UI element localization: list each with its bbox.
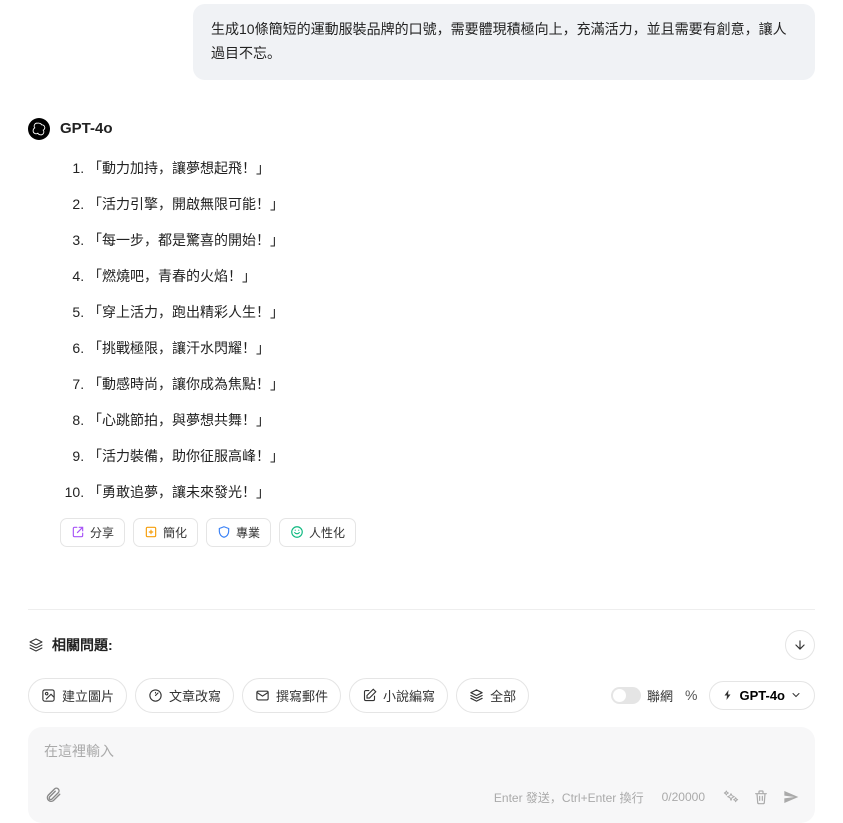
share-button[interactable]: 分享 xyxy=(60,518,125,547)
rewrite-label: 文章改寫 xyxy=(169,686,221,705)
trash-icon[interactable] xyxy=(753,789,769,805)
network-label: 聯網 xyxy=(647,686,673,705)
bolt-icon xyxy=(722,689,734,701)
related-section: 相關問題: xyxy=(28,609,815,660)
input-hint: Enter 發送，Ctrl+Enter 換行 xyxy=(494,789,644,806)
humanize-button[interactable]: 人性化 xyxy=(279,518,356,547)
list-item: 「活力引擎，開啟無限可能！」 xyxy=(88,194,815,215)
simplify-button[interactable]: 簡化 xyxy=(133,518,198,547)
model-avatar-icon xyxy=(28,118,50,140)
all-label: 全部 xyxy=(490,686,516,705)
network-toggle[interactable]: 聯網 xyxy=(611,686,673,705)
input-area[interactable]: 在這裡輸入 Enter 發送，Ctrl+Enter 換行 0/20000 xyxy=(28,727,815,823)
related-title: 相關問題: xyxy=(52,635,113,655)
list-item: 「燃燒吧，青春的火焰！」 xyxy=(88,266,815,287)
humanize-icon xyxy=(290,525,304,539)
send-icon[interactable] xyxy=(783,789,799,805)
mail-icon xyxy=(255,688,270,703)
list-item: 「穿上活力，跑出精彩人生！」 xyxy=(88,302,815,323)
char-counter: 0/20000 xyxy=(662,790,705,804)
simplify-label: 簡化 xyxy=(163,524,187,541)
input-placeholder: 在這裡輸入 xyxy=(44,741,799,761)
professional-label: 專業 xyxy=(236,524,260,541)
toggle-switch[interactable] xyxy=(611,687,641,704)
image-icon xyxy=(41,688,56,703)
paperclip-icon xyxy=(44,786,62,804)
list-item: 「每一步，都是驚喜的開始！」 xyxy=(88,230,815,251)
model-select-button[interactable]: GPT-4o xyxy=(709,681,815,710)
action-buttons: 分享 簡化 專業 人性化 xyxy=(60,518,815,547)
magic-icon[interactable] xyxy=(723,789,739,805)
shield-icon xyxy=(217,525,231,539)
right-tools: 聯網 % GPT-4o xyxy=(611,681,815,710)
user-message: 生成10條簡短的運動服裝品牌的口號，需要體現積極向上，充滿活力，並且需要有創意，… xyxy=(193,4,815,80)
footer-icons xyxy=(723,789,799,805)
create-image-button[interactable]: 建立圖片 xyxy=(28,678,127,713)
share-label: 分享 xyxy=(90,524,114,541)
slogan-list: 「動力加持，讓夢想起飛！」 「活力引擎，開啟無限可能！」 「每一步，都是驚喜的開… xyxy=(68,158,815,503)
edit-icon xyxy=(362,688,377,703)
all-button[interactable]: 全部 xyxy=(456,678,529,713)
fiction-label: 小說編寫 xyxy=(383,686,435,705)
stack-icon xyxy=(28,637,44,653)
related-header: 相關問題: xyxy=(28,635,113,655)
simplify-icon xyxy=(144,525,158,539)
list-item: 「心跳節拍，與夢想共舞！」 xyxy=(88,410,815,431)
model-name: GPT-4o xyxy=(60,120,113,137)
gauge-icon xyxy=(148,688,163,703)
response-header: GPT-4o xyxy=(28,118,815,140)
chevron-down-icon xyxy=(790,689,802,701)
create-image-label: 建立圖片 xyxy=(62,686,114,705)
percent-icon[interactable]: % xyxy=(685,687,697,703)
list-item: 「動感時尚，讓你成為焦點！」 xyxy=(88,374,815,395)
response-section: GPT-4o 「動力加持，讓夢想起飛！」 「活力引擎，開啟無限可能！」 「每一步… xyxy=(28,118,815,547)
input-footer-right: Enter 發送，Ctrl+Enter 換行 0/20000 xyxy=(494,789,799,806)
list-item: 「活力裝備，助你征服高峰！」 xyxy=(88,446,815,467)
professional-button[interactable]: 專業 xyxy=(206,518,271,547)
list-item: 「勇敢追夢，讓未來發光！」 xyxy=(88,482,815,503)
list-item: 「挑戰極限，讓汗水閃耀！」 xyxy=(88,338,815,359)
arrow-down-icon xyxy=(793,638,807,652)
attach-button[interactable] xyxy=(44,786,62,809)
email-label: 撰寫郵件 xyxy=(276,686,328,705)
tool-pills: 建立圖片 文章改寫 撰寫郵件 小說編寫 全部 聯網 % GPT-4o xyxy=(28,678,815,713)
rewrite-button[interactable]: 文章改寫 xyxy=(135,678,234,713)
scroll-down-button[interactable] xyxy=(785,630,815,660)
share-icon xyxy=(71,525,85,539)
fiction-button[interactable]: 小說編寫 xyxy=(349,678,448,713)
input-footer: Enter 發送，Ctrl+Enter 換行 0/20000 xyxy=(44,786,799,809)
humanize-label: 人性化 xyxy=(309,524,345,541)
layers-icon xyxy=(469,688,484,703)
email-button[interactable]: 撰寫郵件 xyxy=(242,678,341,713)
model-select-label: GPT-4o xyxy=(739,688,785,703)
list-item: 「動力加持，讓夢想起飛！」 xyxy=(88,158,815,179)
